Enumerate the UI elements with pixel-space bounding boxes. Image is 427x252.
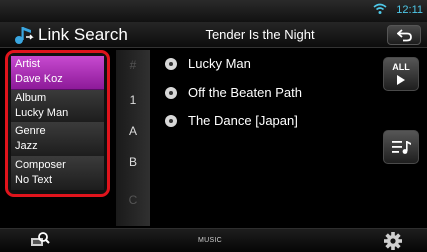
play-all-label: ALL — [392, 62, 410, 72]
back-button[interactable] — [387, 25, 421, 45]
category-value: Lucky Man — [15, 106, 69, 119]
search-icon[interactable] — [28, 229, 52, 251]
wifi-icon — [373, 3, 387, 14]
track-list: Lucky Man Off the Beaten Path The Dance … — [154, 50, 364, 136]
clock: 12:11 — [396, 4, 423, 16]
list-item[interactable]: Lucky Man — [154, 50, 364, 79]
track-bullet-icon — [165, 115, 177, 127]
category-genre[interactable]: Genre Jazz — [11, 123, 104, 157]
track-bullet-icon — [165, 86, 177, 99]
status-bar: 12:11 — [0, 0, 427, 22]
index-item-b[interactable]: B — [116, 155, 150, 169]
alphabet-index[interactable]: # 1 A B C — [116, 50, 150, 226]
category-label: Genre — [15, 125, 46, 137]
track-title: The Dance [Japan] — [188, 113, 298, 128]
return-arrow-icon — [397, 29, 412, 42]
header-bar: Link Search Tender Is the Night — [0, 22, 427, 48]
category-composer[interactable]: Composer No Text — [11, 156, 104, 190]
category-label: Album — [15, 91, 47, 104]
bottom-bar: MUSIC — [0, 228, 427, 252]
index-item-a[interactable]: A — [116, 124, 150, 138]
category-artist[interactable]: Artist Dave Koz — [11, 56, 104, 90]
category-value: No Text — [15, 173, 53, 186]
note-link-icon — [15, 27, 34, 44]
playlist-icon — [392, 141, 411, 154]
list-item[interactable]: Off the Beaten Path — [154, 79, 364, 108]
index-item-c[interactable]: C — [116, 193, 150, 207]
category-value: Dave Koz — [15, 73, 63, 85]
category-label: Composer — [15, 158, 66, 171]
index-item-1[interactable]: 1 — [116, 93, 150, 107]
track-bullet-icon — [165, 58, 177, 70]
source-label: MUSIC — [197, 237, 223, 244]
category-panel: Artist Dave Koz Album Lucky Man Genre Ja… — [5, 50, 110, 197]
list-item[interactable]: The Dance [Japan] — [154, 107, 364, 136]
gear-icon[interactable] — [380, 229, 406, 252]
playlist-button[interactable] — [383, 130, 419, 164]
play-icon — [397, 75, 405, 85]
page-title: Link Search — [38, 25, 128, 44]
now-playing-title: Tender Is the Night — [205, 27, 315, 42]
category-album[interactable]: Album Lucky Man — [11, 89, 104, 123]
track-title: Lucky Man — [188, 56, 251, 71]
play-all-button[interactable]: ALL — [383, 57, 419, 91]
index-item-hash[interactable]: # — [116, 58, 150, 72]
category-value: Jazz — [15, 140, 38, 152]
category-label: Artist — [15, 58, 41, 70]
track-title: Off the Beaten Path — [188, 84, 302, 100]
